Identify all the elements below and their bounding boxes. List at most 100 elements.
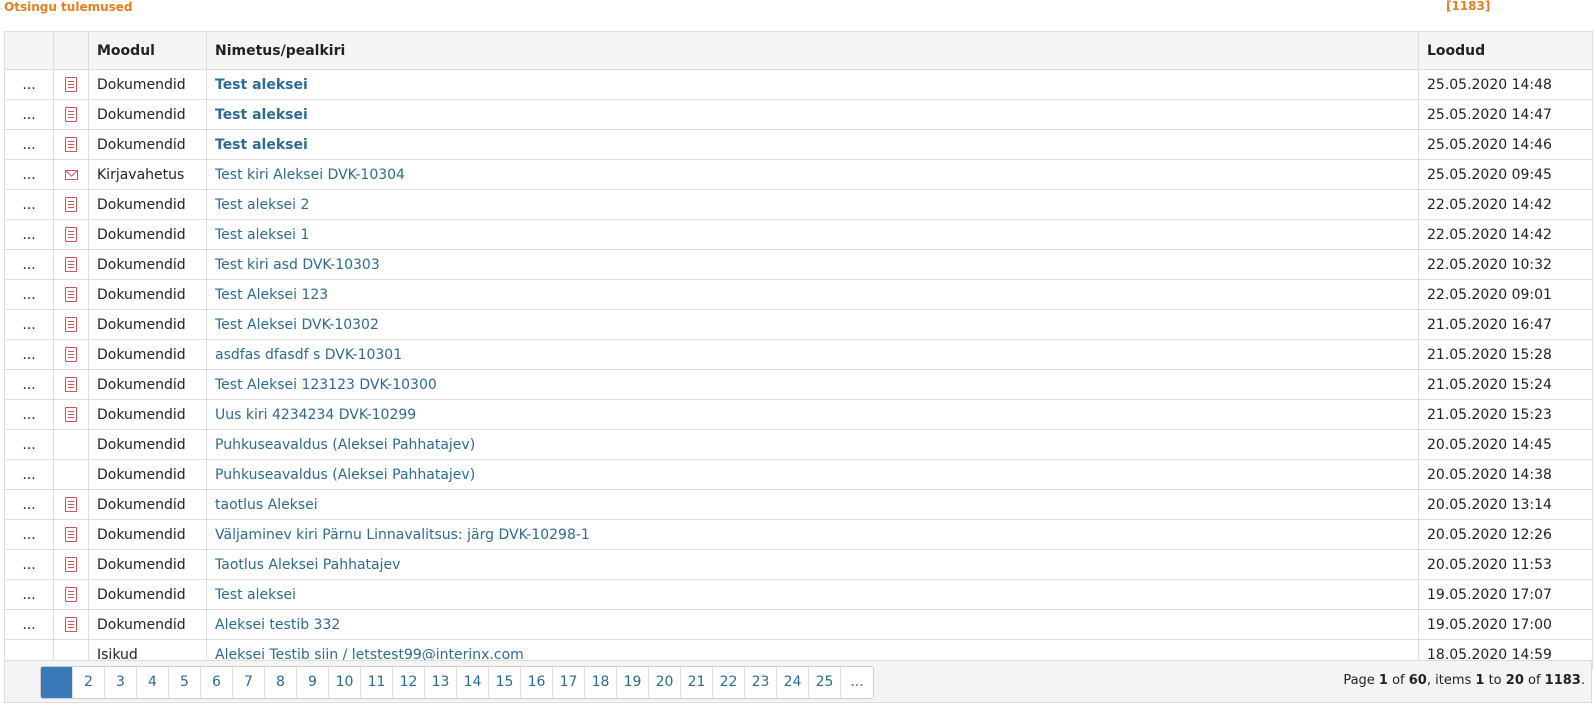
row-title-link[interactable]: Test aleksei 1 bbox=[206, 219, 1419, 250]
row-title-link[interactable]: Test Aleksei 123 bbox=[206, 279, 1419, 310]
row-created-date: 20.05.2020 13:14 bbox=[1418, 489, 1593, 520]
table-row[interactable]: ... Dokumendid Test aleksei 2 22.05.2020 14… bbox=[4, 189, 1593, 220]
header-module[interactable]: Moodul bbox=[88, 31, 207, 70]
pager-of-2: of bbox=[1523, 673, 1545, 688]
row-actions-menu[interactable]: ... bbox=[4, 549, 54, 580]
row-module: Dokumendid bbox=[88, 519, 207, 550]
pager-page-7[interactable]: 7 bbox=[233, 667, 265, 698]
pager-page-8[interactable]: 8 bbox=[265, 667, 297, 698]
row-actions-menu[interactable]: ... bbox=[4, 609, 54, 640]
row-actions-menu[interactable]: ... bbox=[4, 189, 54, 220]
row-title-link[interactable]: Test Aleksei DVK-10302 bbox=[206, 309, 1419, 340]
pager-page-19[interactable]: 19 bbox=[617, 667, 649, 698]
pager-page-3[interactable]: 3 bbox=[105, 667, 137, 698]
row-title-link[interactable]: taotlus Aleksei bbox=[206, 489, 1419, 520]
row-actions-menu[interactable]: ... bbox=[4, 99, 54, 130]
pager-page-18[interactable]: 18 bbox=[585, 667, 617, 698]
pager-page-14[interactable]: 14 bbox=[457, 667, 489, 698]
pager-page-1[interactable]: 1 bbox=[41, 667, 73, 698]
row-actions-menu[interactable]: ... bbox=[4, 69, 54, 100]
table-row[interactable]: ... Dokumendid asdfas dfasdf s DVK-10301 21… bbox=[4, 339, 1593, 370]
row-title-link[interactable]: Test aleksei bbox=[206, 99, 1419, 130]
row-title-link[interactable]: Test aleksei bbox=[206, 129, 1419, 160]
table-row[interactable]: ... Dokumendid Puhkuseavaldus (Aleksei Pah… bbox=[4, 459, 1593, 490]
row-actions-menu[interactable]: ... bbox=[4, 219, 54, 250]
pager-page-4[interactable]: 4 bbox=[137, 667, 169, 698]
row-actions-menu[interactable]: ... bbox=[4, 429, 54, 460]
pager-page-25[interactable]: 25 bbox=[809, 667, 841, 698]
row-title-link[interactable]: Test aleksei bbox=[206, 579, 1419, 610]
table-row[interactable]: ... Dokumendid Test aleksei 19.05.2020 17:0… bbox=[4, 579, 1593, 610]
row-actions-menu[interactable]: ... bbox=[4, 309, 54, 340]
row-title-link[interactable]: Puhkuseavaldus (Aleksei Pahhatajev) bbox=[206, 429, 1419, 460]
row-title-link[interactable]: Uus kiri 4234234 DVK-10299 bbox=[206, 399, 1419, 430]
results-table: Moodul Nimetus/pealkiri Loodud ... Dokume… bbox=[4, 31, 1593, 670]
row-actions-menu[interactable]: ... bbox=[4, 279, 54, 310]
pager-page-22[interactable]: 22 bbox=[713, 667, 745, 698]
row-module: Dokumendid bbox=[88, 489, 207, 520]
pager-page-21[interactable]: 21 bbox=[681, 667, 713, 698]
row-title-link[interactable]: Väljaminev kiri Pärnu Linnavalitsus: jär… bbox=[206, 519, 1419, 550]
row-title-link[interactable]: Puhkuseavaldus (Aleksei Pahhatajev) bbox=[206, 459, 1419, 490]
row-actions-menu[interactable]: ... bbox=[4, 249, 54, 280]
pager-bar: 1 2 3 4 5 6 7 8 9 10 11 12 13 14 15 16 17 18 19 20 21 22 23 24 2… bbox=[4, 660, 1592, 703]
pager-more[interactable]: ... bbox=[841, 667, 873, 698]
document-icon bbox=[65, 77, 77, 92]
row-actions-menu[interactable]: ... bbox=[4, 399, 54, 430]
row-title-link[interactable]: Aleksei testib 332 bbox=[206, 609, 1419, 640]
row-title-link[interactable]: Test aleksei 2 bbox=[206, 189, 1419, 220]
table-row[interactable]: ... Dokumendid Uus kiri 4234234 DVK-10299 2… bbox=[4, 399, 1593, 430]
row-actions-menu[interactable]: ... bbox=[4, 489, 54, 520]
header-icon bbox=[53, 31, 89, 70]
row-title-link[interactable]: Test kiri Aleksei DVK-10304 bbox=[206, 159, 1419, 190]
pager-page-15[interactable]: 15 bbox=[489, 667, 521, 698]
row-title-link[interactable]: Test aleksei bbox=[206, 69, 1419, 100]
row-actions-menu[interactable]: ... bbox=[4, 519, 54, 550]
pager-page-11[interactable]: 11 bbox=[361, 667, 393, 698]
table-row[interactable]: ... Dokumendid Test Aleksei 123123 DVK-103… bbox=[4, 369, 1593, 400]
table-row[interactable]: ... Dokumendid Test aleksei 25.05.2020 14:4… bbox=[4, 69, 1593, 100]
header-title[interactable]: Nimetus/pealkiri bbox=[206, 31, 1419, 70]
table-row[interactable]: ... Kirjavahetus Test kiri Aleksei DVK-103… bbox=[4, 159, 1593, 190]
pager-page-23[interactable]: 23 bbox=[745, 667, 777, 698]
row-title-link[interactable]: Test kiri asd DVK-10303 bbox=[206, 249, 1419, 280]
pager-page-13[interactable]: 13 bbox=[425, 667, 457, 698]
pager-page-6[interactable]: 6 bbox=[201, 667, 233, 698]
row-title-link[interactable]: asdfas dfasdf s DVK-10301 bbox=[206, 339, 1419, 370]
pager-page-17[interactable]: 17 bbox=[553, 667, 585, 698]
table-row[interactable]: ... Dokumendid Väljaminev kiri Pärnu Linna… bbox=[4, 519, 1593, 550]
pager-page-16[interactable]: 16 bbox=[521, 667, 553, 698]
table-row[interactable]: ... Dokumendid Test Aleksei 123 22.05.2020 … bbox=[4, 279, 1593, 310]
pager-page-10[interactable]: 10 bbox=[329, 667, 361, 698]
row-actions-menu[interactable]: ... bbox=[4, 129, 54, 160]
pager-items-word: , items bbox=[1426, 673, 1476, 688]
table-row[interactable]: ... Dokumendid Test aleksei 1 22.05.2020 14… bbox=[4, 219, 1593, 250]
row-title-link[interactable]: Taotlus Aleksei Pahhatajev bbox=[206, 549, 1419, 580]
pager-page-2[interactable]: 2 bbox=[73, 667, 105, 698]
row-actions-menu[interactable]: ... bbox=[4, 339, 54, 370]
row-actions-menu[interactable]: ... bbox=[4, 459, 54, 490]
table-row[interactable]: ... Dokumendid Aleksei testib 332 19.05.202… bbox=[4, 609, 1593, 640]
row-actions-menu[interactable]: ... bbox=[4, 369, 54, 400]
table-row[interactable]: ... Dokumendid Puhkuseavaldus (Aleksei Pah… bbox=[4, 429, 1593, 460]
document-icon bbox=[65, 257, 77, 272]
row-actions-menu[interactable]: ... bbox=[4, 159, 54, 190]
table-row[interactable]: ... Dokumendid taotlus Aleksei 20.05.2020 1… bbox=[4, 489, 1593, 520]
row-module: Dokumendid bbox=[88, 459, 207, 490]
pager-page-12[interactable]: 12 bbox=[393, 667, 425, 698]
row-title-link[interactable]: Test Aleksei 123123 DVK-10300 bbox=[206, 369, 1419, 400]
pager-page-5[interactable]: 5 bbox=[169, 667, 201, 698]
header-created[interactable]: Loodud bbox=[1418, 31, 1593, 70]
pager-page-9[interactable]: 9 bbox=[297, 667, 329, 698]
table-row[interactable]: ... Dokumendid Test aleksei 25.05.2020 14:4… bbox=[4, 99, 1593, 130]
row-actions-menu[interactable]: ... bbox=[4, 579, 54, 610]
pager-page-24[interactable]: 24 bbox=[777, 667, 809, 698]
row-created-date: 20.05.2020 14:45 bbox=[1418, 429, 1593, 460]
row-module: Dokumendid bbox=[88, 219, 207, 250]
table-row[interactable]: ... Dokumendid Test aleksei 25.05.2020 14:4… bbox=[4, 129, 1593, 160]
pager-page-20[interactable]: 20 bbox=[649, 667, 681, 698]
table-row[interactable]: ... Dokumendid Taotlus Aleksei Pahhatajev 2… bbox=[4, 549, 1593, 580]
table-row[interactable]: ... Dokumendid Test Aleksei DVK-10302 21.05… bbox=[4, 309, 1593, 340]
table-row[interactable]: ... Dokumendid Test kiri asd DVK-10303 22.0… bbox=[4, 249, 1593, 280]
row-created-date: 20.05.2020 11:53 bbox=[1418, 549, 1593, 580]
